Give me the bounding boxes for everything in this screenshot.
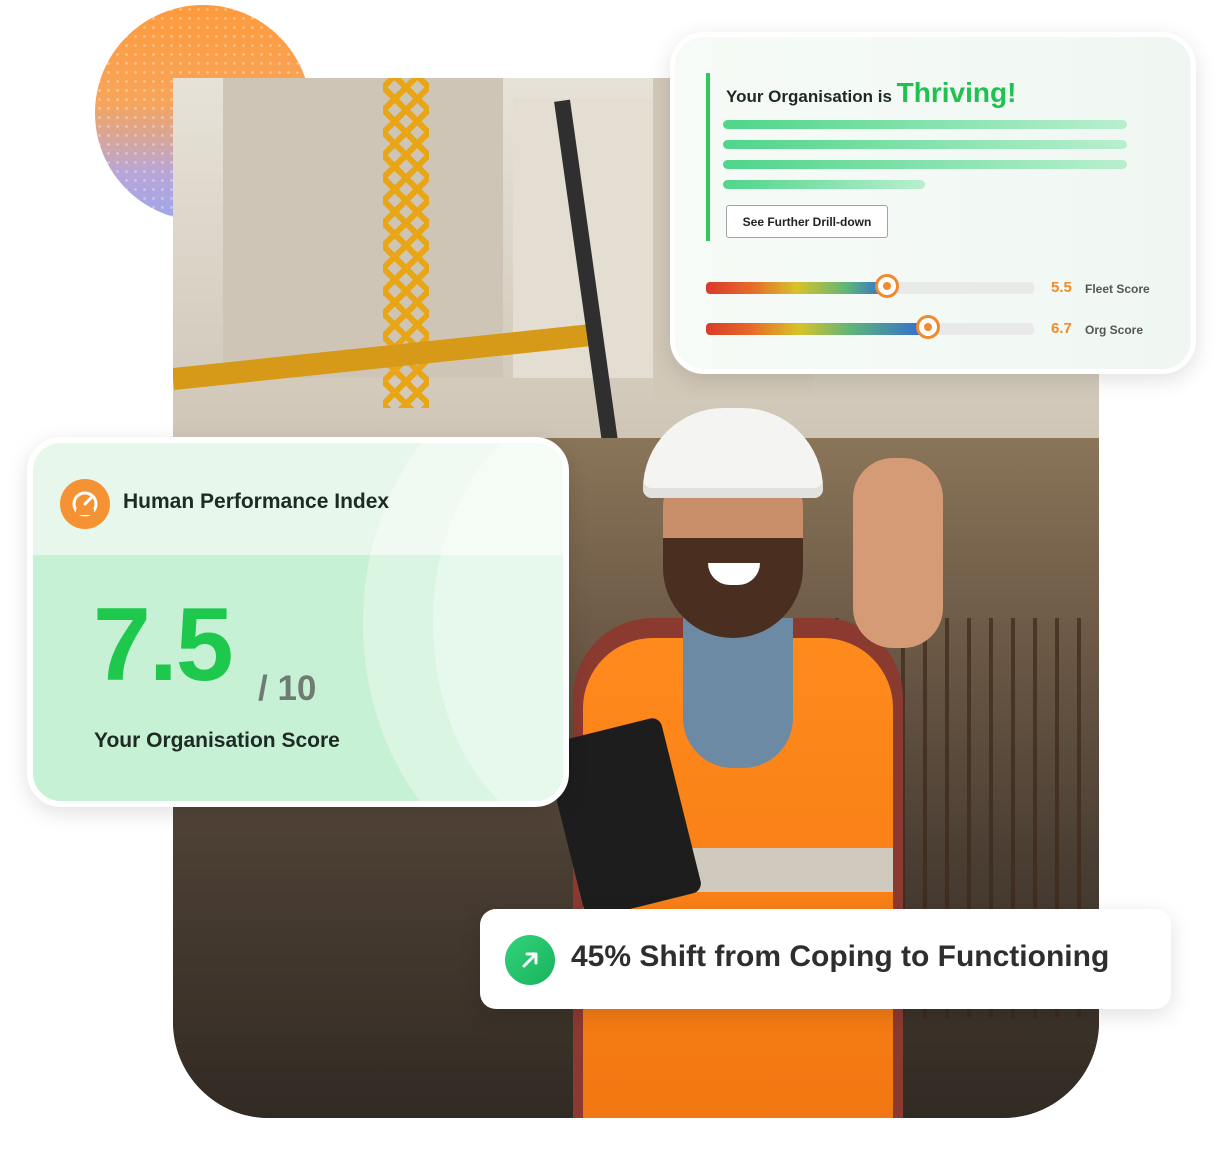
thriving-title: Your Organisation is Thriving! bbox=[726, 77, 1017, 108]
shift-stat-card: 45% Shift from Coping to Functioning bbox=[480, 909, 1171, 1009]
fleet-score-value: 5.5 bbox=[1051, 279, 1072, 296]
org-score-label: Org Score bbox=[1085, 323, 1144, 337]
thriving-card: Your Organisation is Thriving! See Furth… bbox=[670, 32, 1196, 374]
fleet-score-slider bbox=[706, 274, 1034, 298]
placeholder-text-line bbox=[723, 120, 1127, 129]
arrow-up-right-icon bbox=[505, 935, 555, 985]
org-score-knob bbox=[916, 315, 940, 339]
organisation-score-label: Your Organisation Score bbox=[94, 729, 340, 752]
placeholder-text-line bbox=[723, 160, 1127, 169]
gauge-icon bbox=[60, 479, 110, 529]
fleet-score-label: Fleet Score bbox=[1085, 282, 1150, 296]
organisation-score-value: 7.5 bbox=[93, 587, 234, 703]
human-performance-index-card: Human Performance Index 7.5 / 10 Your Or… bbox=[27, 437, 569, 807]
org-score-slider bbox=[706, 315, 1034, 339]
placeholder-text-line bbox=[723, 180, 925, 189]
hard-hat bbox=[643, 408, 823, 498]
score-out-of: / 10 bbox=[258, 669, 317, 708]
shift-stat-text: 45% Shift from Coping to Functioning bbox=[571, 940, 1110, 973]
accent-bar bbox=[706, 73, 710, 241]
org-score-value: 6.7 bbox=[1051, 320, 1072, 337]
thriving-highlight: Thriving! bbox=[896, 77, 1017, 108]
drill-down-button[interactable]: See Further Drill-down bbox=[726, 205, 888, 238]
background-building bbox=[223, 78, 503, 378]
fleet-score-knob bbox=[875, 274, 899, 298]
hpi-title: Human Performance Index bbox=[123, 490, 390, 513]
thumbs-up-hand bbox=[853, 458, 943, 648]
placeholder-text-line bbox=[723, 140, 1127, 149]
